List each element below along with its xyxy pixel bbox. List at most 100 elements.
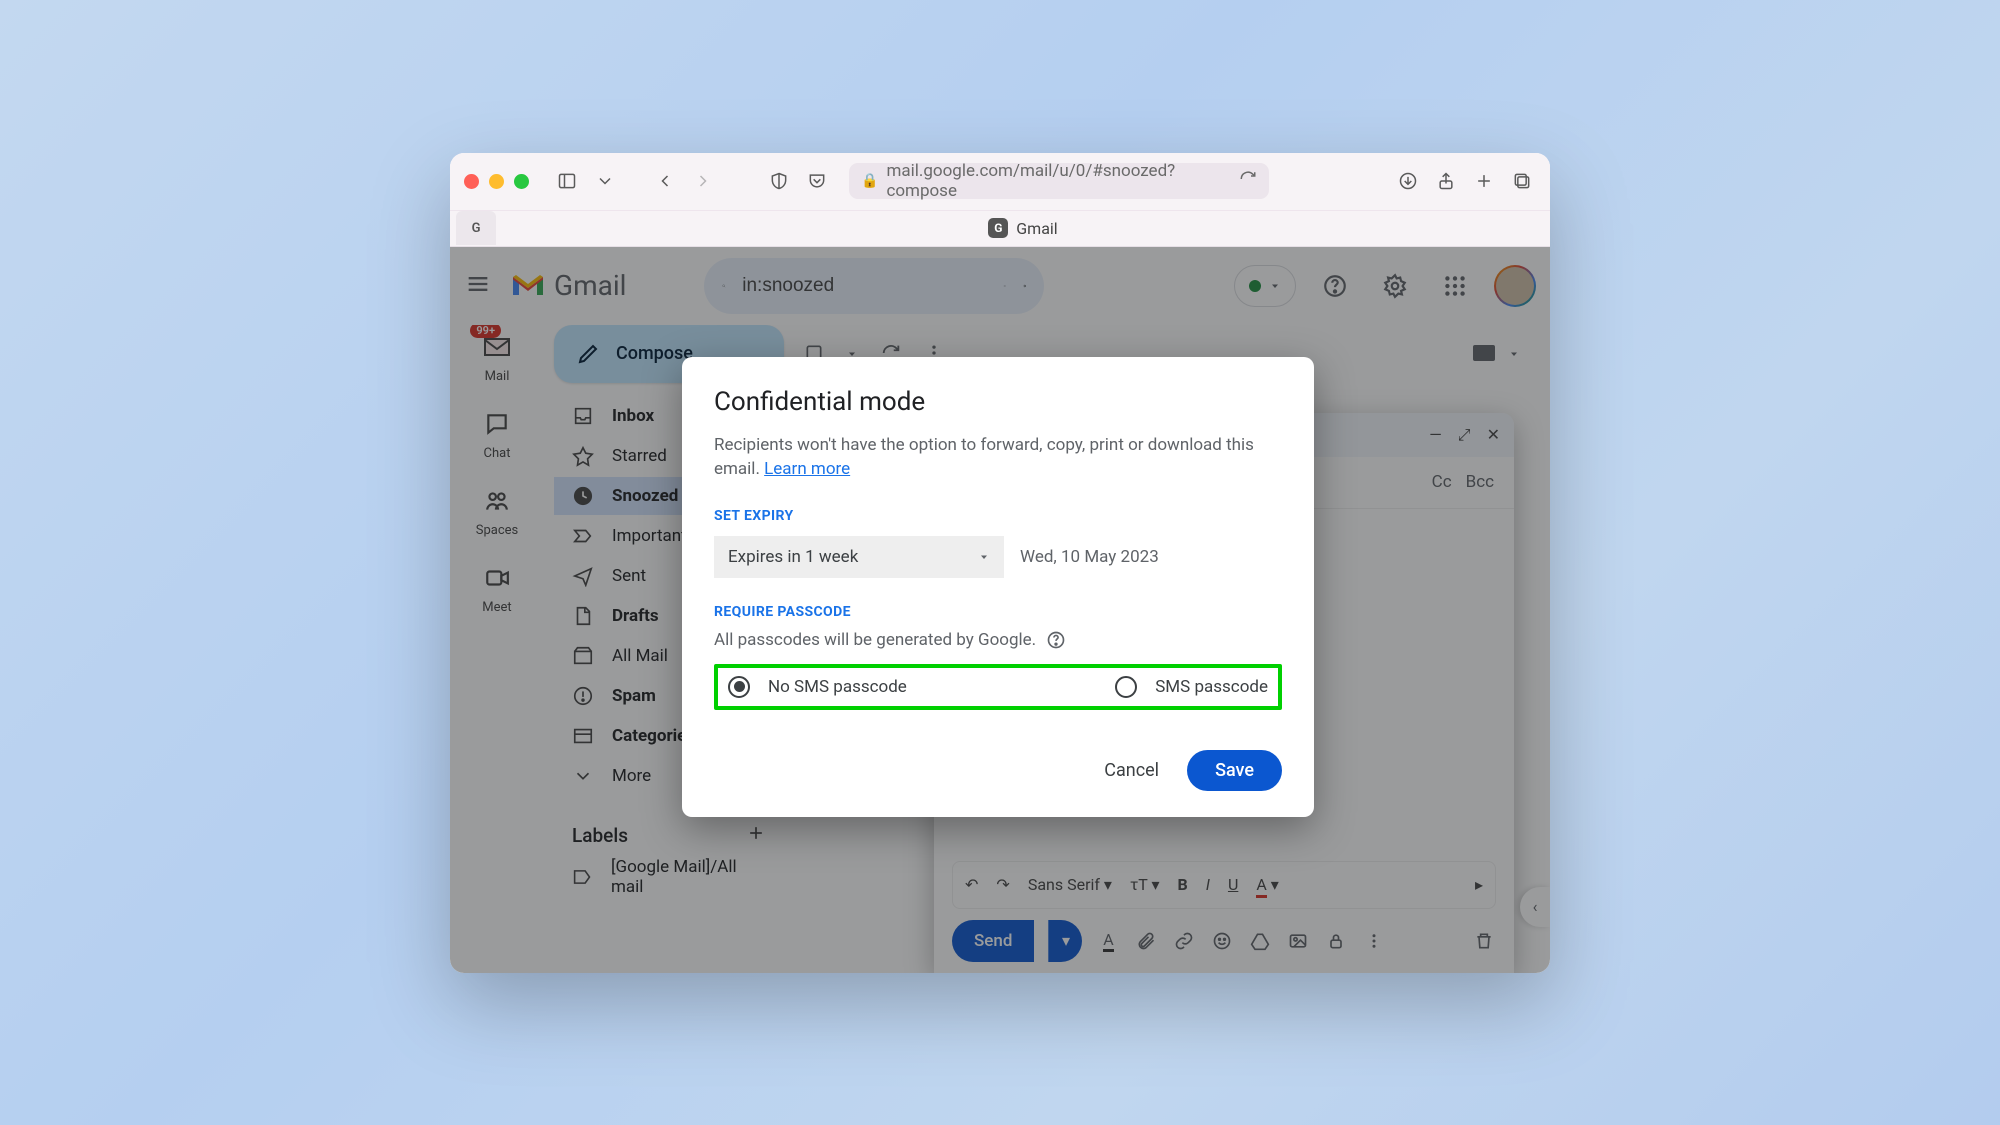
forward-icon xyxy=(689,167,717,195)
label-item[interactable]: [Google Mail]/All mail xyxy=(554,858,784,896)
close-window-icon[interactable] xyxy=(464,174,479,189)
apps-icon[interactable] xyxy=(1434,265,1476,307)
chevron-down-icon xyxy=(1269,280,1281,292)
nav-sent-label: Sent xyxy=(612,566,646,586)
meet-icon xyxy=(479,560,515,596)
sidebar-toggle-icon[interactable] xyxy=(553,167,581,195)
rail-meet-label: Meet xyxy=(482,600,511,615)
italic-icon[interactable]: I xyxy=(1206,875,1210,894)
cc-button[interactable]: Cc xyxy=(1432,472,1452,492)
main-menu-icon[interactable] xyxy=(464,270,492,302)
spaces-icon xyxy=(479,483,515,519)
input-tools-icon[interactable] xyxy=(1472,343,1500,367)
compose-more-icon[interactable] xyxy=(1362,929,1386,953)
status-active-icon xyxy=(1249,280,1261,292)
tab-overview-icon[interactable] xyxy=(1508,167,1536,195)
minimize-compose-icon[interactable]: — xyxy=(1429,425,1442,444)
label-icon xyxy=(572,866,593,888)
discard-icon[interactable] xyxy=(1472,929,1496,953)
gmail-brand-text: Gmail xyxy=(554,269,626,302)
clock-icon xyxy=(572,485,594,507)
active-tab[interactable]: G Gmail xyxy=(496,218,1550,238)
attach-icon[interactable] xyxy=(1134,929,1158,953)
cancel-button[interactable]: Cancel xyxy=(1086,750,1177,791)
learn-more-link[interactable]: Learn more xyxy=(764,459,850,479)
rail-mail[interactable]: 99+ Mail xyxy=(479,329,515,384)
link-icon[interactable] xyxy=(1172,929,1196,953)
back-icon[interactable] xyxy=(651,167,679,195)
maximize-window-icon[interactable] xyxy=(514,174,529,189)
downloads-icon[interactable] xyxy=(1394,167,1422,195)
reload-icon[interactable] xyxy=(1239,170,1257,193)
chevron-down-icon[interactable] xyxy=(1508,345,1520,364)
rail-meet[interactable]: Meet xyxy=(479,560,515,615)
emoji-icon[interactable] xyxy=(1210,929,1234,953)
chat-icon xyxy=(479,406,515,442)
status-chip[interactable] xyxy=(1234,265,1296,307)
rail-mail-label: Mail xyxy=(485,369,510,384)
rail-chat-label: Chat xyxy=(484,446,511,461)
rail-spaces-label: Spaces xyxy=(476,523,519,538)
clear-search-icon[interactable] xyxy=(1003,275,1006,297)
app-rail: 99+ Mail Chat Spaces Meet xyxy=(450,325,544,973)
format-toggle-icon[interactable]: A xyxy=(1096,929,1120,953)
side-panel-toggle[interactable]: ‹ xyxy=(1520,887,1550,927)
underline-icon[interactable]: U xyxy=(1228,875,1238,894)
redo-icon[interactable]: ↷ xyxy=(996,875,1009,894)
minimize-window-icon[interactable] xyxy=(489,174,504,189)
expiry-select[interactable]: Expires in 1 week xyxy=(714,536,1004,578)
popout-compose-icon[interactable]: ⤢ xyxy=(1458,425,1471,445)
drafts-icon xyxy=(572,605,594,627)
send-options-icon[interactable]: ▾ xyxy=(1048,920,1082,962)
passcode-options-highlight: No SMS passcode SMS passcode xyxy=(714,664,1282,710)
radio-sms[interactable]: SMS passcode xyxy=(1115,676,1268,698)
search-input[interactable] xyxy=(742,275,987,297)
confidential-icon[interactable] xyxy=(1324,929,1348,953)
gmail-favicon-icon: G xyxy=(988,218,1008,238)
font-select[interactable]: Sans Serif ▾ xyxy=(1028,875,1112,894)
dialog-body: Recipients won't have the option to forw… xyxy=(714,433,1282,482)
tab-dropdown-icon[interactable] xyxy=(591,167,619,195)
undo-icon[interactable]: ↶ xyxy=(965,875,978,894)
expiry-date: Wed, 10 May 2023 xyxy=(1020,547,1159,567)
dialog-title: Confidential mode xyxy=(714,387,1282,417)
image-icon[interactable] xyxy=(1286,929,1310,953)
account-avatar[interactable] xyxy=(1494,265,1536,307)
support-icon[interactable] xyxy=(1314,265,1356,307)
rail-chat[interactable]: Chat xyxy=(479,406,515,461)
nav-snoozed-label: Snoozed xyxy=(612,486,678,506)
drive-icon[interactable] xyxy=(1248,929,1272,953)
gmail-logo[interactable]: Gmail xyxy=(510,269,626,302)
shield-icon[interactable] xyxy=(765,167,793,195)
add-label-icon[interactable] xyxy=(746,823,766,848)
text-color-icon[interactable]: A ▾ xyxy=(1256,875,1278,894)
help-icon[interactable] xyxy=(1046,630,1066,650)
nav-allmail-label: All Mail xyxy=(612,646,668,666)
pocket-icon[interactable] xyxy=(803,167,831,195)
chevron-down-icon xyxy=(978,551,990,563)
sent-icon xyxy=(572,565,594,587)
radio-no-sms-label: No SMS passcode xyxy=(768,677,907,697)
share-icon[interactable] xyxy=(1432,167,1460,195)
label-item-text: [Google Mail]/All mail xyxy=(611,857,766,897)
url-bar[interactable]: 🔒 mail.google.com/mail/u/0/#snoozed?comp… xyxy=(849,163,1269,199)
bold-icon[interactable]: B xyxy=(1178,875,1188,894)
settings-icon[interactable] xyxy=(1374,265,1416,307)
close-compose-icon[interactable]: ✕ xyxy=(1487,425,1500,444)
allmail-icon xyxy=(572,645,594,667)
send-button[interactable]: Send xyxy=(952,920,1034,962)
nav-more-label: More xyxy=(612,766,651,786)
new-tab-icon[interactable] xyxy=(1470,167,1498,195)
save-button[interactable]: Save xyxy=(1187,750,1282,791)
bcc-button[interactable]: Bcc xyxy=(1466,472,1494,492)
rail-spaces[interactable]: Spaces xyxy=(476,483,519,538)
radio-sms-label: SMS passcode xyxy=(1155,677,1268,697)
font-size-icon[interactable]: τT ▾ xyxy=(1130,875,1160,894)
gmail-logo-icon xyxy=(510,272,546,300)
tab-group-badge[interactable]: G xyxy=(456,211,496,245)
radio-no-sms[interactable]: No SMS passcode xyxy=(728,676,907,698)
compose-send-row: Send ▾ A xyxy=(934,909,1514,973)
search-box[interactable] xyxy=(704,258,1044,314)
search-options-icon[interactable] xyxy=(1023,274,1027,298)
format-more-icon[interactable]: ▸ xyxy=(1475,875,1483,894)
